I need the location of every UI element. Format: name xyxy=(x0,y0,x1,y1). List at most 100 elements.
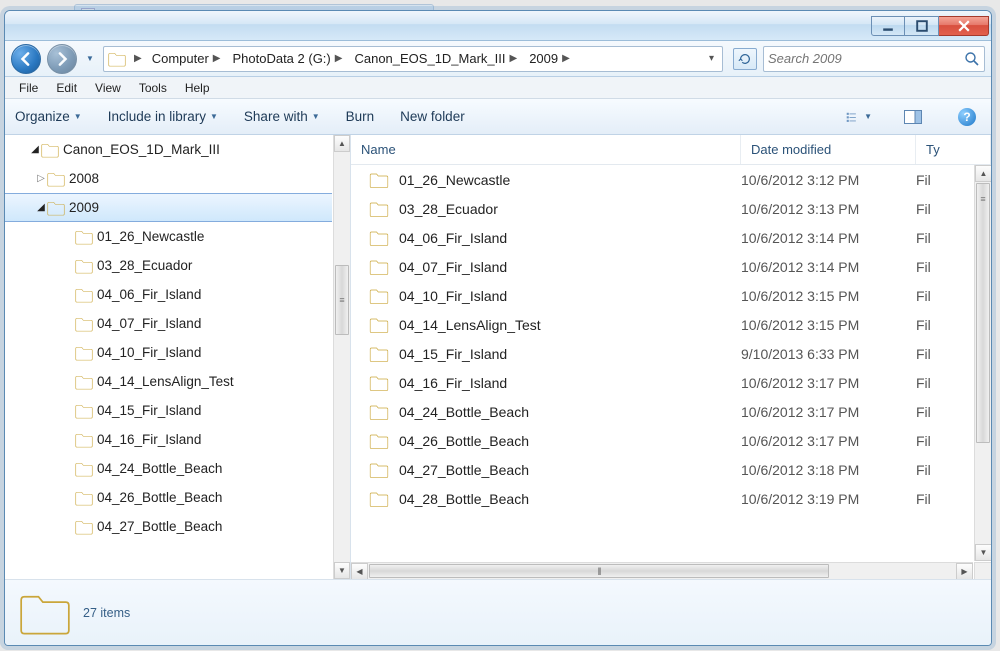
file-row[interactable]: 04_14_LensAlign_Test 10/6/2012 3:15 PM F… xyxy=(351,310,973,339)
breadcrumb-computer[interactable]: Computer▶ xyxy=(146,47,227,71)
scroll-thumb[interactable] xyxy=(335,265,349,335)
tree-item[interactable]: 04_06_Fir_Island xyxy=(5,280,332,309)
search-input[interactable] xyxy=(768,51,964,66)
tree-item[interactable]: 04_26_Bottle_Beach xyxy=(5,483,332,512)
tree-scrollbar[interactable]: ▲ ▼ xyxy=(333,135,350,579)
scroll-thumb[interactable] xyxy=(369,564,829,578)
expand-icon[interactable]: ▷ xyxy=(35,173,47,184)
tree-item-2009[interactable]: ◢ 2009 xyxy=(5,193,332,222)
file-type: Fil xyxy=(916,462,973,478)
file-row[interactable]: 04_15_Fir_Island 9/10/2013 6:33 PM Fil xyxy=(351,339,973,368)
file-name: 04_06_Fir_Island xyxy=(399,230,507,246)
collapse-icon[interactable]: ◢ xyxy=(35,202,47,213)
history-dropdown[interactable]: ▼ xyxy=(83,46,97,72)
titlebar[interactable] xyxy=(5,11,991,41)
menu-tools[interactable]: Tools xyxy=(131,79,175,97)
breadcrumb-camera[interactable]: Canon_EOS_1D_Mark_III▶ xyxy=(348,47,523,71)
tree-item[interactable]: 01_26_Newcastle xyxy=(5,222,332,251)
breadcrumb-drive[interactable]: PhotoData 2 (G:)▶ xyxy=(226,47,348,71)
forward-button[interactable] xyxy=(47,44,77,74)
file-row[interactable]: 04_16_Fir_Island 10/6/2012 3:17 PM Fil xyxy=(351,368,973,397)
include-in-library-button[interactable]: Include in library▼ xyxy=(108,109,218,124)
folder-icon xyxy=(369,259,389,275)
search-box[interactable] xyxy=(763,46,985,72)
file-row[interactable]: 04_10_Fir_Island 10/6/2012 3:15 PM Fil xyxy=(351,281,973,310)
folder-icon xyxy=(369,201,389,217)
tree-item-camera[interactable]: ◢ Canon_EOS_1D_Mark_III xyxy=(5,135,332,164)
tree-item[interactable]: 04_15_Fir_Island xyxy=(5,396,332,425)
breadcrumb-overflow-dropdown[interactable]: ▾ xyxy=(705,53,718,64)
chevron-right-icon[interactable]: ▶ xyxy=(130,53,146,64)
file-type: Fil xyxy=(916,375,973,391)
file-row[interactable]: 04_27_Bottle_Beach 10/6/2012 3:18 PM Fil xyxy=(351,455,973,484)
file-row[interactable]: 01_26_Newcastle 10/6/2012 3:12 PM Fil xyxy=(351,165,973,194)
file-list-pane: Name Date modified Ty 01_26_Newcastle 10… xyxy=(351,135,991,579)
minimize-icon xyxy=(882,20,894,32)
view-list-icon xyxy=(846,109,860,125)
tree-item[interactable]: 04_27_Bottle_Beach xyxy=(5,512,332,541)
preview-pane-button[interactable] xyxy=(899,106,927,128)
refresh-button[interactable] xyxy=(733,48,757,70)
breadcrumb-year[interactable]: 2009▶ xyxy=(523,47,576,71)
column-header-type[interactable]: Ty xyxy=(916,135,991,164)
help-button[interactable]: ? xyxy=(953,106,981,128)
tree-item[interactable]: 04_16_Fir_Island xyxy=(5,425,332,454)
file-date: 10/6/2012 3:13 PM xyxy=(741,201,916,217)
details-pane: 27 items xyxy=(5,580,991,645)
folder-icon xyxy=(369,346,389,362)
tree-item[interactable]: 04_10_Fir_Island xyxy=(5,338,332,367)
burn-button[interactable]: Burn xyxy=(346,109,375,124)
close-button[interactable] xyxy=(939,16,989,36)
share-with-button[interactable]: Share with▼ xyxy=(244,109,320,124)
file-row[interactable]: 03_28_Ecuador 10/6/2012 3:13 PM Fil xyxy=(351,194,973,223)
folder-icon xyxy=(108,50,126,68)
scroll-left-button[interactable]: ◀ xyxy=(351,563,368,579)
scroll-up-button[interactable]: ▲ xyxy=(975,165,991,182)
scroll-thumb[interactable] xyxy=(976,183,990,443)
file-date: 10/6/2012 3:15 PM xyxy=(741,317,916,333)
file-row[interactable]: 04_24_Bottle_Beach 10/6/2012 3:17 PM Fil xyxy=(351,397,973,426)
organize-button[interactable]: Organize▼ xyxy=(15,109,82,124)
file-row[interactable]: 04_28_Bottle_Beach 10/6/2012 3:19 PM Fil xyxy=(351,484,973,513)
preview-pane-icon xyxy=(904,110,922,124)
list-vertical-scrollbar[interactable]: ▲ ▼ xyxy=(974,165,991,561)
folder-icon xyxy=(369,230,389,246)
tree-item[interactable]: 03_28_Ecuador xyxy=(5,251,332,280)
list-horizontal-scrollbar[interactable]: ◀ ▶ xyxy=(351,562,973,579)
maximize-button[interactable] xyxy=(905,16,939,36)
column-header-name[interactable]: Name xyxy=(351,135,741,164)
folder-icon xyxy=(47,171,65,187)
file-type: Fil xyxy=(916,201,973,217)
column-header-date[interactable]: Date modified xyxy=(741,135,916,164)
file-row[interactable]: 04_26_Bottle_Beach 10/6/2012 3:17 PM Fil xyxy=(351,426,973,455)
tree-item[interactable]: 04_14_LensAlign_Test xyxy=(5,367,332,396)
menu-view[interactable]: View xyxy=(87,79,129,97)
back-button[interactable] xyxy=(11,44,41,74)
tree-item-2008[interactable]: ▷ 2008 xyxy=(5,164,332,193)
tree-item[interactable]: 04_07_Fir_Island xyxy=(5,309,332,338)
minimize-button[interactable] xyxy=(871,16,905,36)
scroll-right-button[interactable]: ▶ xyxy=(956,563,973,579)
file-row[interactable]: 04_06_Fir_Island 10/6/2012 3:14 PM Fil xyxy=(351,223,973,252)
menu-edit[interactable]: Edit xyxy=(48,79,85,97)
folder-icon xyxy=(75,229,93,245)
file-name: 04_28_Bottle_Beach xyxy=(399,491,529,507)
tree-item[interactable]: 04_24_Bottle_Beach xyxy=(5,454,332,483)
menu-file[interactable]: File xyxy=(11,79,46,97)
folder-icon xyxy=(75,519,93,535)
scroll-down-button[interactable]: ▼ xyxy=(975,544,991,561)
tree-item-label: 04_24_Bottle_Beach xyxy=(97,461,222,476)
tree-item-label: 04_14_LensAlign_Test xyxy=(97,374,234,389)
file-row[interactable]: 04_07_Fir_Island 10/6/2012 3:14 PM Fil xyxy=(351,252,973,281)
scroll-down-button[interactable]: ▼ xyxy=(334,562,350,579)
menu-help[interactable]: Help xyxy=(177,79,218,97)
scroll-up-button[interactable]: ▲ xyxy=(334,135,350,152)
tree-item-label: 01_26_Newcastle xyxy=(97,229,204,244)
view-mode-button[interactable]: ▼ xyxy=(845,106,873,128)
new-folder-button[interactable]: New folder xyxy=(400,109,465,124)
file-type: Fil xyxy=(916,317,973,333)
address-breadcrumb[interactable]: ▶ Computer▶ PhotoData 2 (G:)▶ Canon_EOS_… xyxy=(103,46,723,72)
tree-item-label: Canon_EOS_1D_Mark_III xyxy=(63,142,220,157)
collapse-icon[interactable]: ◢ xyxy=(29,144,41,155)
file-type: Fil xyxy=(916,433,973,449)
